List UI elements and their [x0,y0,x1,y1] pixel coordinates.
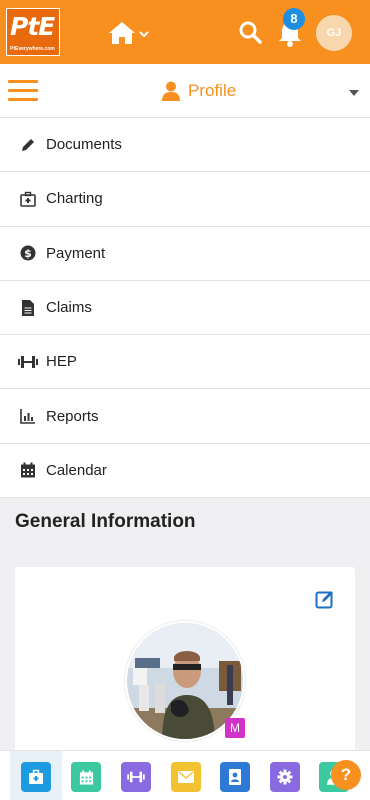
dollar-circle-icon: $ [18,243,38,263]
profile-menu: Documents Charting $ Payment Claims HEP … [0,118,370,499]
menu-item-hep[interactable]: HEP [0,335,370,390]
menu-item-payment[interactable]: $ Payment [0,227,370,281]
general-info-card: M [15,567,355,757]
nav-hep-button[interactable] [121,762,151,792]
search-icon[interactable] [238,20,262,44]
menu-item-label: Charting [46,190,103,208]
menu-item-label: Reports [46,407,99,425]
menu-item-label: HEP [46,353,77,371]
medkit-icon [18,189,38,209]
envelope-icon [178,771,194,783]
menu-item-claims[interactable]: Claims [0,281,370,336]
file-icon [18,298,38,318]
dumbbell-icon [127,771,145,783]
user-avatar[interactable]: GJ [316,15,352,51]
chevron-down-icon [139,31,149,38]
gear-icon [277,769,293,785]
svg-text:$: $ [24,247,32,260]
sub-header: Profile [0,64,370,118]
nav-messages-button[interactable] [171,762,201,792]
nav-settings-button[interactable] [270,762,300,792]
calendar-icon [18,460,38,480]
section-title: General Information [15,511,196,532]
medkit-icon [29,769,43,784]
nav-calendar-button[interactable] [71,762,101,792]
notification-badge: 8 [283,8,305,30]
menu-item-reports[interactable]: Reports [0,389,370,444]
logo-text: PtE [10,12,55,41]
gender-badge: M [225,718,245,738]
menu-item-label: Claims [46,299,92,317]
bar-chart-icon [18,406,38,426]
home-dropdown-button[interactable] [107,20,151,46]
pencil-icon [18,135,38,155]
menu-item-calendar[interactable]: Calendar [0,444,370,499]
help-button[interactable]: ? [331,760,361,790]
nav-contacts-button[interactable] [220,762,250,792]
home-icon [109,22,135,44]
caret-down-icon[interactable] [349,90,359,96]
menu-item-label: Calendar [46,461,107,479]
dumbbell-icon [18,352,38,372]
nav-charting-button[interactable] [21,762,51,792]
menu-item-documents[interactable]: Documents [0,118,370,173]
menu-item-label: Payment [46,244,106,262]
hamburger-menu-icon[interactable] [8,80,38,102]
menu-item-charting[interactable]: Charting [0,172,370,227]
profile-dropdown[interactable]: Profile [162,78,236,104]
address-book-icon [229,769,241,785]
app-logo[interactable]: PtE PtEverywhere.com [6,8,60,56]
logo-subtext: PtEverywhere.com [10,46,55,52]
bottom-nav [0,750,370,800]
calendar-icon [79,769,93,785]
user-icon [162,81,180,101]
menu-item-label: Documents [46,136,122,154]
edit-icon[interactable] [315,589,335,609]
top-bar: PtE PtEverywhere.com 8 GJ [0,0,370,64]
profile-title: Profile [188,81,237,100]
